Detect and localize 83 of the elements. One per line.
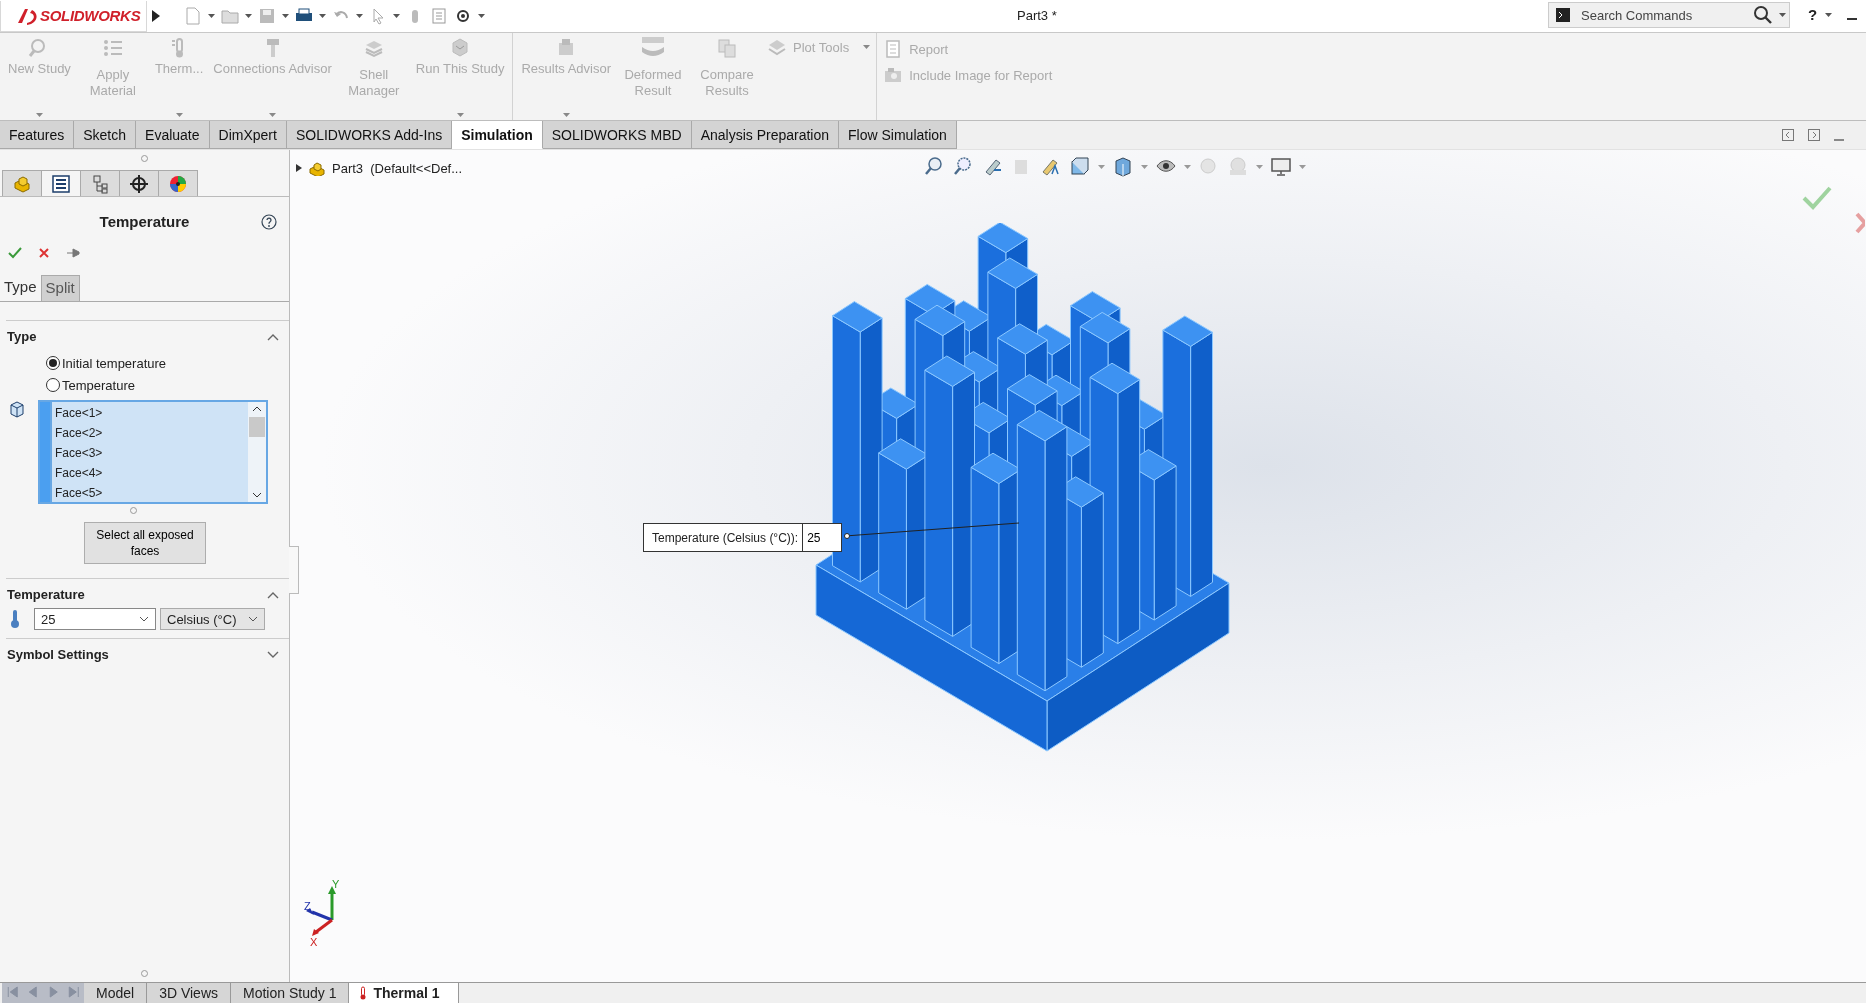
caret-icon[interactable] [319,13,327,19]
caret-icon[interactable] [245,13,253,19]
sub-tab[interactable]: Split [40,275,80,301]
layers-icon [767,37,788,57]
command-tab[interactable]: Sketch [74,121,137,149]
command-tab[interactable]: SOLIDWORKS Add-Ins [286,121,453,149]
pin-icon[interactable] [66,247,80,259]
chevron-up-icon[interactable] [267,332,279,341]
section-header[interactable]: Symbol Settings [7,647,109,662]
thermometer-icon [10,609,20,629]
command-tab[interactable]: DimXpert [209,121,287,149]
panel-tab[interactable] [41,170,81,196]
study-tab[interactable]: Motion Study 1 [231,983,350,1003]
caret-icon[interactable] [478,13,486,19]
list-item[interactable]: Face<3> [55,445,245,462]
search-icon[interactable] [1753,5,1773,25]
command-tab[interactable]: Analysis Preparation [691,121,840,149]
caret-icon[interactable] [282,13,290,19]
panel-title: Temperature [99,212,190,230]
caret-icon[interactable] [208,13,216,19]
caret-icon[interactable] [356,13,364,19]
face-list[interactable]: Face<1> Face<2> Face<3> Face<4> Face<5> [38,400,268,504]
list-item[interactable]: Face<2> [55,425,245,442]
logo[interactable]: SOLIDWORKS [0,0,148,32]
tile-left-icon[interactable] [1782,129,1794,141]
dropdown-icon [248,616,258,622]
monitor-icon[interactable] [1270,156,1292,178]
crosshair-icon [128,172,150,195]
axis-label: X [310,936,318,948]
radio-button[interactable] [46,356,60,370]
document-title: Part3 * [1017,8,1057,23]
list-item[interactable]: Face<1> [55,405,245,422]
terminal-icon [1555,7,1571,23]
study-tab[interactable]: Model [84,983,148,1003]
radio-label: Initial temperature [62,355,167,371]
caret-icon[interactable] [1825,13,1832,18]
caret-icon[interactable] [1779,12,1786,18]
study-tab[interactable]: 3D Views [147,983,232,1003]
temperature-callout: Temperature (Celsius (°C)): 25 [643,523,843,552]
chevron-up-icon[interactable] [267,590,279,599]
part-icon [308,160,326,176]
dropdown-icon [139,616,149,622]
unit-combo[interactable]: Celsius (°C) [160,608,265,630]
documents-icon [716,37,739,59]
study-tab[interactable]: Thermal 1 [349,983,459,1003]
thermometer-icon [359,986,368,1000]
command-tab[interactable]: SOLIDWORKS MBD [542,121,692,149]
caret-icon[interactable] [393,13,401,19]
command-tab[interactable]: Evaluate [136,121,210,149]
ok-check-icon[interactable] [8,247,22,259]
face-selection-icon [8,400,26,418]
display-style-icon[interactable] [1112,156,1134,178]
scroll-up-icon[interactable] [252,406,262,412]
search-box[interactable]: Search Commands [1548,2,1790,28]
command-tab[interactable]: Simulation [452,121,543,149]
scroll-bar[interactable] [248,402,266,502]
radio-label: Temperature [62,377,135,393]
chevron-down-icon[interactable] [267,650,279,659]
radio-button[interactable] [46,378,60,392]
command-tab[interactable]: Features [0,121,75,149]
list-item[interactable]: Face<5> [55,485,245,502]
scroll-down-icon[interactable] [252,492,262,498]
tree-root-item[interactable]: Part3 (Default<<Def... [332,160,463,176]
tile-right-icon[interactable] [1808,129,1820,141]
list-item[interactable]: Face<4> [55,465,245,482]
expand-arrow-icon[interactable] [296,164,302,172]
view-orientation-icon[interactable] [1069,156,1091,178]
panel-collapse-handle[interactable] [289,546,299,594]
scroll-thumb[interactable] [249,417,265,437]
deformed-bar-icon [642,37,665,59]
help-button[interactable]: ? [1808,6,1818,23]
command-tab[interactable]: Flow Simulation [839,121,957,149]
section-header[interactable]: Type [7,329,37,344]
axis-label: Y [332,878,340,890]
panel-tab[interactable] [119,170,159,196]
expand-arrow-icon[interactable] [152,10,161,22]
select-faces-button[interactable]: Select all exposed faces [84,522,206,564]
section-header[interactable]: Temperature [7,587,85,602]
help-icon[interactable] [261,214,277,230]
temperature-combo[interactable]: 25 [34,608,156,630]
list-icon [101,37,124,59]
confirm-check-icon[interactable] [1802,186,1832,210]
property-list-icon [50,172,72,195]
